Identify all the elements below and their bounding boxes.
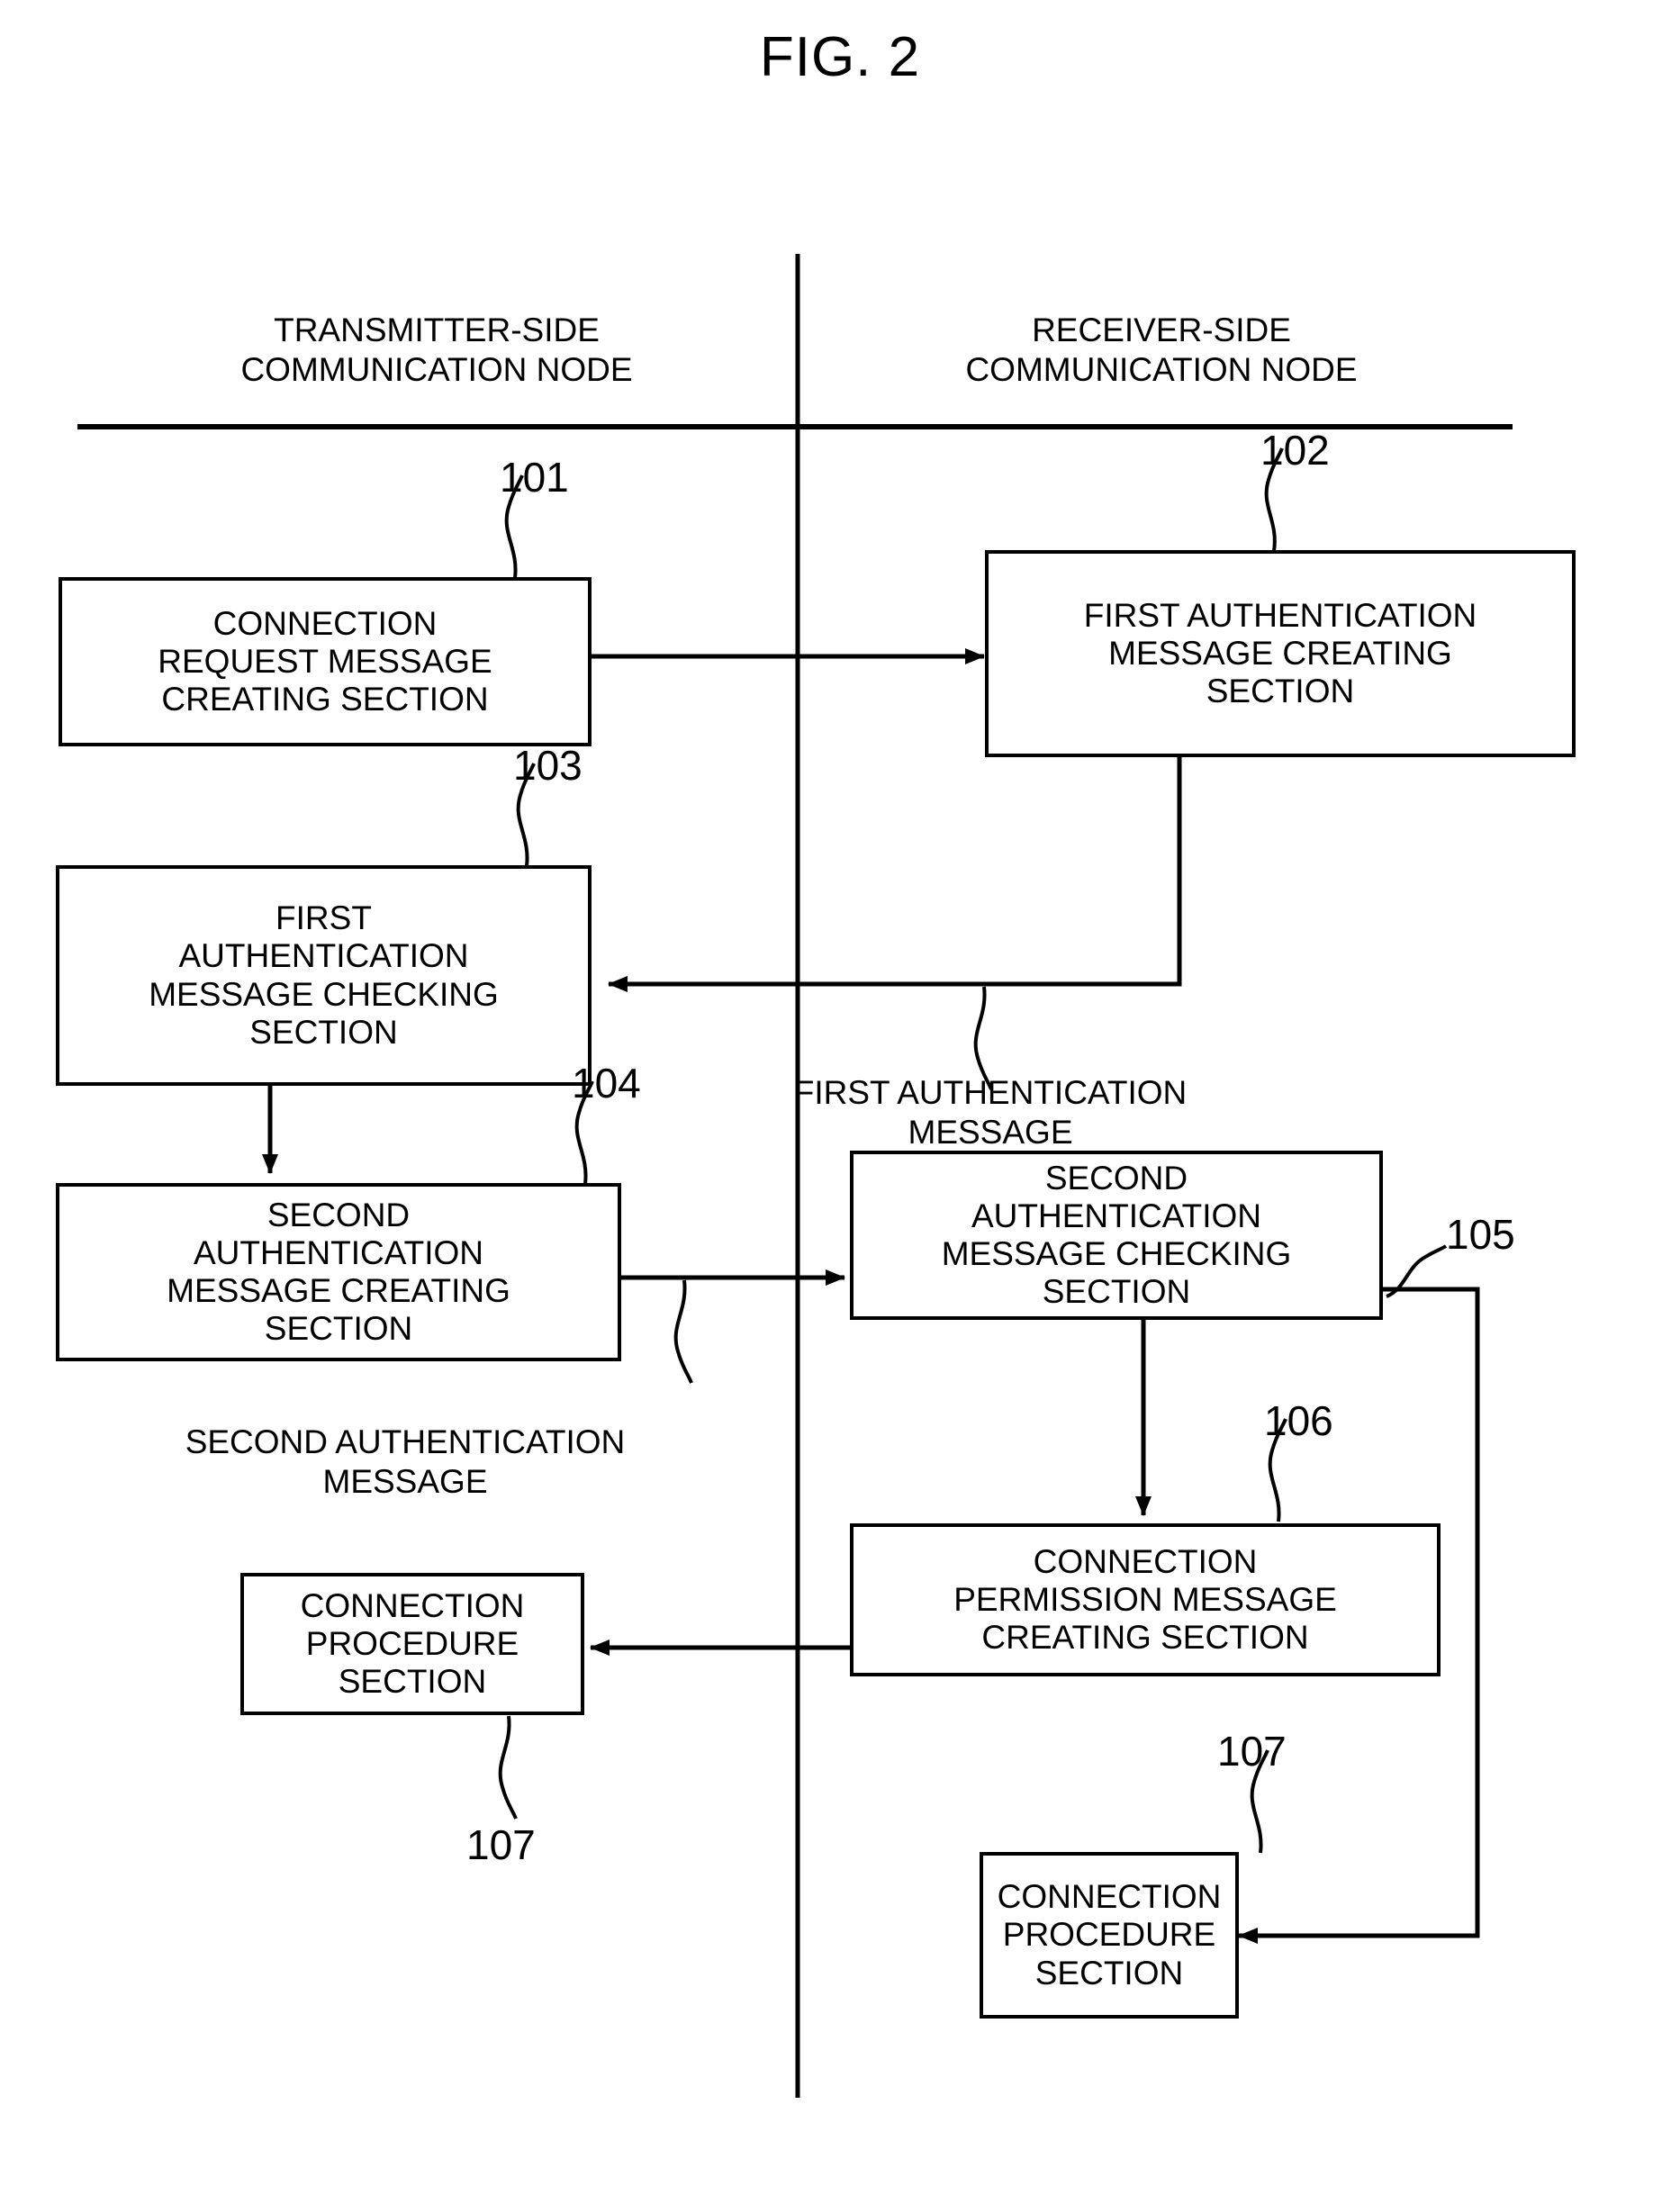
box-first-authentication-message-creating-section[interactable]: FIRST AUTHENTICATION MESSAGE CREATING SE… — [985, 550, 1576, 757]
figure-title: FIG. 2 — [759, 26, 921, 88]
flow-102-to-103 — [608, 756, 1182, 992]
box-first-authentication-message-checking-section[interactable]: FIRST AUTHENTICATION MESSAGE CHECKING SE… — [56, 865, 592, 1086]
column-header-transmitter: TRANSMITTER-SIDE COMMUNICATION NODE — [240, 312, 633, 388]
box-second-authentication-message-checking-section[interactable]: SECOND AUTHENTICATION MESSAGE CHECKING S… — [850, 1151, 1383, 1320]
ref-numeral-105: 105 — [1446, 1211, 1515, 1258]
box-connection-procedure-section-receiver[interactable]: CONNECTION PROCEDURE SECTION — [980, 1852, 1239, 2019]
ref-numeral-106: 106 — [1264, 1397, 1333, 1444]
label-first-authentication-message: FIRST AUTHENTICATION MESSAGE — [793, 1074, 1188, 1151]
box-connection-permission-message-creating-section[interactable]: CONNECTION PERMISSION MESSAGE CREATING S… — [850, 1523, 1441, 1676]
box-connection-procedure-section-transmitter[interactable]: CONNECTION PROCEDURE SECTION — [240, 1573, 584, 1715]
box-second-authentication-message-creating-section[interactable]: SECOND AUTHENTICATION MESSAGE CREATING S… — [56, 1183, 621, 1361]
box-connection-request-message-creating-section[interactable]: CONNECTION REQUEST MESSAGE CREATING SECT… — [59, 577, 592, 746]
column-header-receiver: RECEIVER-SIDE COMMUNICATION NODE — [965, 312, 1358, 388]
label-second-authentication-message: SECOND AUTHENTICATION MESSAGE — [185, 1423, 626, 1500]
leader-second-auth-msg — [673, 1279, 693, 1384]
figure-page: FIG. 2 TRANSMITTER-SIDE COMMUNICATION NO… — [0, 0, 1680, 2195]
ref-numeral-107-left: 107 — [466, 1821, 536, 1868]
leader-105 — [1386, 1244, 1448, 1298]
ref-numeral-103: 103 — [513, 742, 583, 789]
ref-numeral-104: 104 — [572, 1060, 641, 1107]
leader-107-left — [498, 1715, 518, 1820]
ref-numeral-102: 102 — [1260, 427, 1330, 474]
ref-numeral-101: 101 — [500, 454, 569, 501]
ref-numeral-107-right: 107 — [1217, 1728, 1287, 1775]
